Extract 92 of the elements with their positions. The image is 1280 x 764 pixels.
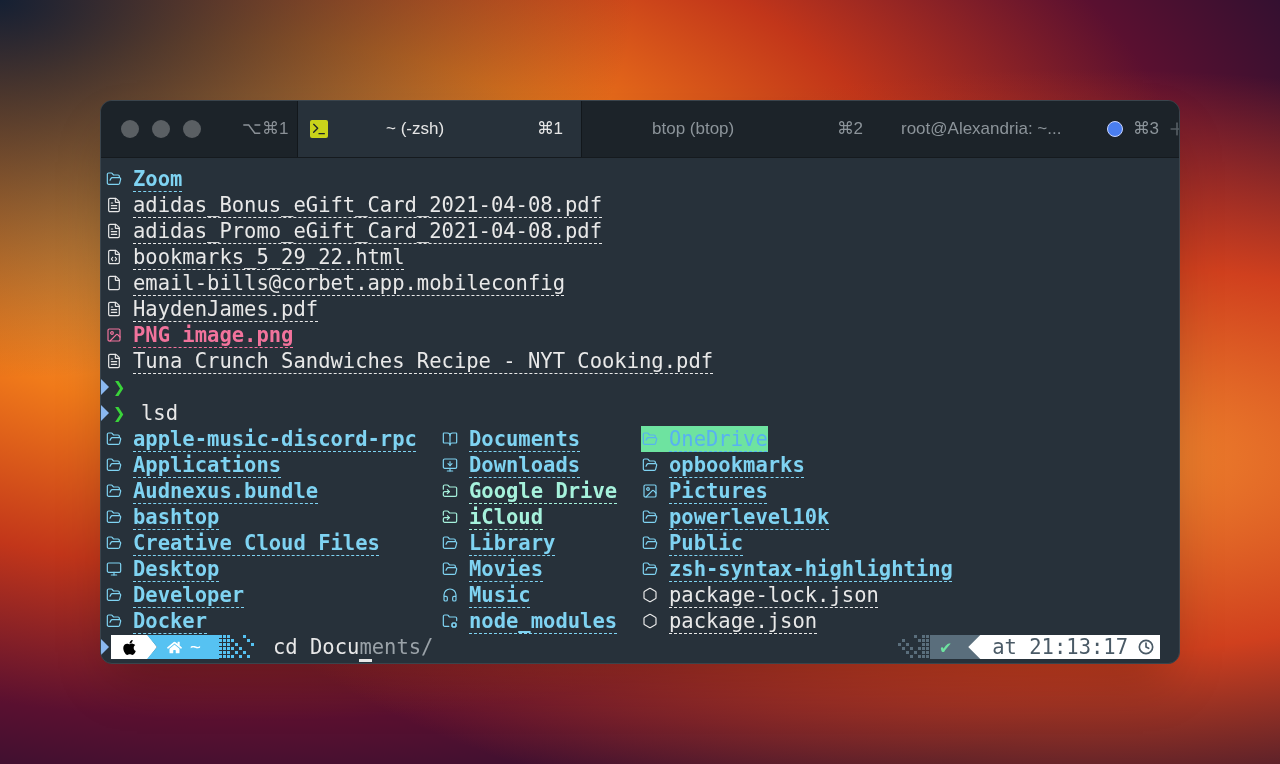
folder-icon [106,613,122,629]
book-icon [442,431,458,447]
download-icon [442,457,458,473]
file-name: Pictures [669,478,768,504]
command-text: lsd [141,400,179,426]
clock-icon [1138,639,1154,655]
file-name: Library [469,530,556,556]
time-text: at 21:13:17 [992,634,1128,660]
folder-link-icon [442,509,458,525]
folder-icon [442,613,458,629]
file-name: Public [669,530,744,556]
file-name: Documents [469,426,581,452]
prompt-mark-icon [101,379,109,395]
prompt-mark-icon [101,639,109,655]
typed-command: cd Docu [273,635,360,659]
folder-icon [642,457,658,473]
tab[interactable]: btop (btop) ⌘2 [581,101,881,157]
file-name: Zoom [133,166,183,192]
file-name: package-lock.json [669,582,879,608]
file-name: powerlevel10k [669,504,830,530]
file-name: Desktop [133,556,220,582]
hexagon-icon [642,587,658,603]
file-name: iCloud [469,504,544,530]
file-name: adidas_Promo_eGift_Card_2021-04-08.pdf [133,218,602,244]
folder-icon [442,561,458,577]
monitor-icon [106,561,122,577]
file-name: Google Drive [469,478,618,504]
file-name: adidas_Bonus_eGift_Card_2021-04-08.pdf [133,192,602,218]
hexagon-icon [642,613,658,629]
window-shortcut: ⌥⌘1 [242,118,289,141]
home-icon [167,639,182,655]
tab-title: root@Alexandria: ~... [901,118,1062,141]
picture-icon [642,483,658,499]
folder-icon [106,535,122,551]
tab-shortcut: ⌘3 [1132,118,1159,141]
file-name: Music [469,582,531,608]
file-name: email-bills@corbet.app.mobileconfig [133,270,565,296]
file-name: Movies [469,556,544,582]
terminal-icon [310,120,328,138]
prompt-char: ❯ [113,400,127,426]
folder-icon [442,535,458,551]
file-name: OneDrive [669,426,768,452]
folder-icon [642,561,658,577]
folder-icon [106,587,122,603]
folder-icon [106,171,122,187]
file-name: PNG image.png [133,322,294,348]
file-name: Creative Cloud Files [133,530,380,556]
html-file-icon [106,249,122,265]
tab-title: btop (btop) [652,118,735,141]
folder-icon [642,535,658,551]
tab[interactable]: ~ (-zsh) ⌘1 [297,101,581,157]
file-name: Audnexus.bundle [133,478,319,504]
file-name: Docker [133,608,208,634]
file-name: bashtop [133,504,220,530]
tab[interactable]: root@Alexandria: ~... ⌘3 [881,101,1167,157]
pdf-file-icon [106,301,122,317]
zoom-button[interactable] [183,120,201,138]
file-name: bookmarks_5_29_22.html [133,244,405,270]
apple-logo-icon [121,638,138,656]
image-file-icon [106,327,122,343]
file-name: Downloads [469,452,581,478]
file-name: zsh-syntax-highlighting [669,556,953,582]
tab-title: ~ (-zsh) [386,118,445,141]
folder-icon [106,483,122,499]
tab-shortcut: ⌘1 [536,118,563,141]
file-icon [106,275,122,291]
pdf-file-icon [106,197,122,213]
folder-icon [642,431,658,447]
minimize-button[interactable] [152,120,170,138]
file-name: Tuna Crunch Sandwiches Recipe - NYT Cooking.pdf [133,348,714,374]
close-button[interactable] [121,120,139,138]
autosuggestion-text: ments/ [359,635,434,662]
status-check: ✔ [940,635,952,659]
file-name: HaydenJames.pdf [133,296,319,322]
folder-icon [106,457,122,473]
folder-icon [106,509,122,525]
headphones-icon [442,587,458,603]
file-name: opbookmarks [669,452,805,478]
folder-link-icon [442,483,458,499]
prompt-mark-icon [101,405,109,421]
file-name: Developer [133,582,245,608]
file-name: apple-music-discord-rpc [133,426,417,452]
file-name: node_modules [469,608,618,634]
file-name: package.json [669,608,818,634]
pdf-file-icon [106,353,122,369]
folder-icon [642,509,658,525]
folder-icon [106,431,122,447]
tab-shortcut: ⌘2 [836,118,863,141]
directory-text: ~ [190,635,201,659]
file-name: Applications [133,452,282,478]
pdf-file-icon [106,223,122,239]
prompt-char: ❯ [113,374,127,400]
